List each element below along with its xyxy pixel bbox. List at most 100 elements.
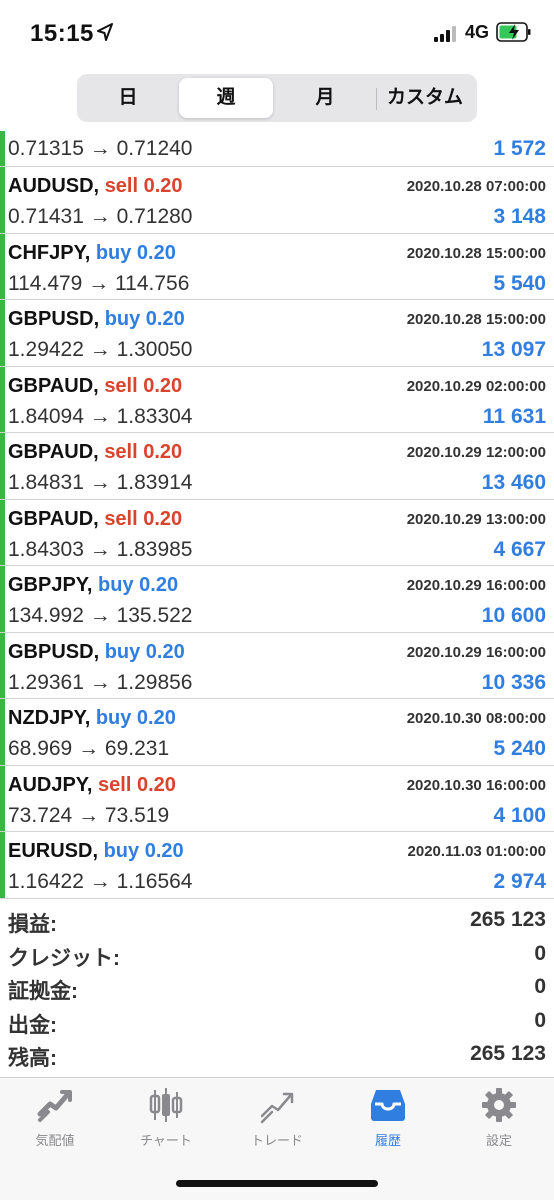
segment-day[interactable]: 日	[81, 78, 175, 118]
network-type: 4G	[465, 22, 490, 42]
summary-withdrawal-row: 出金: 0	[0, 1005, 554, 1039]
deal-row[interactable]: GBPJPY, buy 0.20 2020.10.29 16:00:00 134.9…	[0, 566, 554, 633]
tab-quotes[interactable]: 気配値	[0, 1078, 110, 1158]
deal-prices: 68.969 → 69.231	[8, 737, 170, 760]
deal-date: 2020.10.28 15:00:00	[406, 311, 546, 328]
deal-symbol: AUDJPY, sell 0.20	[8, 774, 176, 797]
deal-date: 2020.10.29 13:00:00	[406, 510, 546, 528]
deal-row[interactable]: GBPUSD, buy 0.20 2020.10.28 15:00:00 1.294…	[0, 300, 554, 367]
deal-prices: 114.479 → 114.756	[8, 271, 190, 295]
deal-profit: 3 148	[493, 205, 546, 228]
summary-label: クレジット:	[8, 946, 120, 970]
summary-value: 0	[534, 941, 546, 965]
segment-month[interactable]: 月	[277, 78, 373, 118]
deal-profit: 10 336	[481, 670, 546, 694]
segment-custom[interactable]: カスタム	[377, 78, 473, 118]
deal-date: 2020.10.30 16:00:00	[406, 776, 546, 794]
status-time: 15:15	[30, 20, 94, 47]
deal-row[interactable]: NZDJPY, buy 0.20 2020.10.30 08:00:00 68.96…	[0, 699, 554, 766]
summary-value: 0	[534, 1008, 546, 1032]
deal-prices: 1.84094 → 1.83304	[8, 404, 193, 428]
deal-profit: 13 460	[481, 471, 546, 494]
summary-label: 証拠金:	[8, 980, 78, 1003]
deal-row[interactable]: 0.71315 → 0.71240 1 572	[0, 131, 554, 167]
deal-prices: 134.992 → 135.522	[8, 604, 193, 627]
deal-side-volume: buy 0.20	[95, 707, 176, 729]
deal-prices: 1.29361 → 1.29856	[8, 670, 193, 694]
tab-trade[interactable]: トレード	[222, 1078, 332, 1158]
deal-row[interactable]: AUDJPY, sell 0.20 2020.10.30 16:00:00 73.7…	[0, 765, 554, 832]
deal-prices: 1.29422 → 1.30050	[8, 338, 193, 361]
deal-profit: 4 667	[493, 537, 546, 561]
deal-profit: 2 974	[493, 870, 546, 893]
trade-icon	[260, 1092, 294, 1124]
deal-symbol: EURUSD, buy 0.20	[8, 840, 184, 863]
deal-profit: 13 097	[481, 338, 546, 361]
tab-label: 設定	[485, 1133, 512, 1148]
deal-prices: 1.84303 → 1.83985	[8, 537, 193, 561]
tab-settings[interactable]: 設定	[444, 1078, 554, 1158]
chart-icon	[149, 1088, 183, 1122]
deal-symbol: GBPAUD, sell 0.20	[8, 508, 182, 531]
summary-label: 損益:	[8, 913, 57, 936]
deal-symbol: GBPAUD, sell 0.20	[8, 441, 182, 464]
deal-profit: 5 240	[493, 737, 546, 760]
deal-symbol-name: GBPJPY,	[8, 574, 93, 596]
quotes-icon	[37, 1090, 72, 1122]
deal-row[interactable]: GBPAUD, sell 0.20 2020.10.29 02:00:00 1.84…	[0, 366, 554, 433]
deal-symbol: AUDUSD, sell 0.20	[8, 175, 183, 198]
summary-credit-row: クレジット: 0	[0, 938, 554, 972]
deal-symbol-name: EURUSD,	[8, 840, 99, 862]
history-icon	[371, 1090, 405, 1121]
deal-symbol-name: GBPAUD,	[8, 507, 99, 530]
deal-symbol-name: GBPUSD,	[8, 640, 100, 663]
summary-profit-row: 損益: 265 123	[0, 904, 554, 938]
deal-profit: 11 631	[482, 404, 546, 428]
deal-side-volume: sell 0.20	[104, 441, 183, 463]
deal-date: 2020.11.03 01:00:00	[407, 843, 546, 860]
tab-label: 履歴	[374, 1133, 401, 1148]
segment-week[interactable]: 週	[179, 78, 273, 118]
deal-symbol-name: AUDJPY,	[8, 773, 93, 796]
deal-row[interactable]: CHFJPY, buy 0.20 2020.10.28 15:00:00 114.4…	[0, 233, 554, 300]
deal-symbol-name: CHFJPY,	[8, 241, 91, 264]
home-indicator	[176, 1180, 378, 1187]
deal-side-volume: sell 0.20	[104, 175, 183, 197]
deal-side-volume: sell 0.20	[98, 773, 176, 796]
deal-row[interactable]: GBPAUD, sell 0.20 2020.10.29 13:00:00 1.84…	[0, 499, 554, 566]
deal-row[interactable]: AUDUSD, sell 0.20 2020.10.28 07:00:00 0.71…	[0, 167, 554, 234]
deal-profit: 5 540	[493, 271, 546, 295]
deal-profit: 10 600	[481, 604, 546, 627]
location-arrow-icon	[97, 23, 113, 41]
history-deals-list: 0.71315 → 0.71240 1 572 AUDUSD, sell 0.2…	[0, 131, 554, 899]
deal-row[interactable]: GBPUSD, buy 0.20 2020.10.29 16:00:00 1.293…	[0, 632, 554, 699]
deal-side-volume: buy 0.20	[104, 640, 185, 663]
status-bar: 15:15 4G	[0, 0, 554, 64]
deal-side-volume: buy 0.20	[104, 308, 185, 330]
deal-symbol-name: NZDJPY,	[8, 707, 91, 729]
summary-balance-row: 残高: 265 123	[0, 1038, 554, 1072]
tab-history[interactable]: 履歴	[333, 1078, 443, 1158]
tab-chart[interactable]: チャート	[111, 1078, 221, 1158]
deal-symbol: GBPJPY, buy 0.20	[8, 574, 178, 597]
deal-row[interactable]: GBPAUD, sell 0.20 2020.10.29 12:00:00 1.84…	[0, 433, 554, 500]
summary-label: 出金:	[8, 1013, 57, 1037]
deal-profit: 1 572	[493, 137, 546, 160]
battery-charging-icon	[496, 22, 531, 42]
deal-symbol: GBPUSD, buy 0.20	[8, 641, 185, 664]
deal-symbol-name: GBPAUD,	[8, 374, 99, 397]
summary-value: 0	[534, 975, 546, 998]
deal-date: 2020.10.28 07:00:00	[406, 178, 546, 195]
deal-side-volume: sell 0.20	[104, 374, 183, 397]
deal-date: 2020.10.29 16:00:00	[406, 577, 546, 594]
deal-side-volume: buy 0.20	[95, 241, 176, 264]
deal-prices: 0.71315 → 0.71240	[8, 137, 193, 160]
deal-prices: 0.71431 → 0.71280	[8, 205, 193, 228]
deal-date: 2020.10.29 16:00:00	[406, 643, 546, 661]
deal-profit: 4 100	[493, 803, 546, 827]
deal-row[interactable]: EURUSD, buy 0.20 2020.11.03 01:00:00 1.164…	[0, 832, 554, 899]
deal-symbol-name: AUDUSD,	[8, 175, 100, 197]
settings-icon	[482, 1088, 516, 1122]
tab-label: チャート	[140, 1133, 192, 1148]
summary-value: 265 123	[470, 1042, 546, 1065]
